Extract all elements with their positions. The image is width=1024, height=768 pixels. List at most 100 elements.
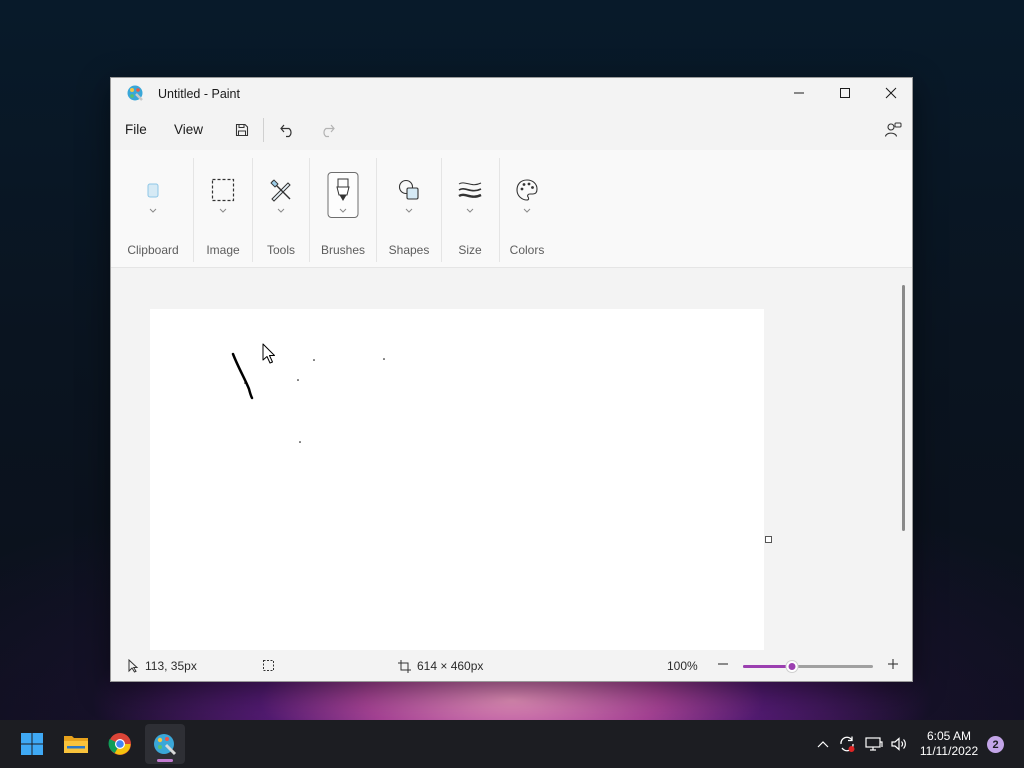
brushes-group[interactable]: Brushes bbox=[311, 150, 375, 268]
zoom-out-button[interactable] bbox=[716, 657, 730, 671]
mouse-cursor-icon bbox=[262, 343, 275, 364]
tools-label: Tools bbox=[266, 243, 295, 257]
size-group[interactable]: Size bbox=[442, 150, 498, 268]
maximize-icon bbox=[840, 88, 850, 98]
cursor-position-text: 113, 35px bbox=[145, 659, 197, 673]
start-button[interactable] bbox=[12, 724, 52, 764]
file-menu[interactable]: File bbox=[125, 122, 147, 137]
clock-time: 6:05 AM bbox=[926, 729, 972, 743]
zoom-level-text: 100% bbox=[667, 659, 698, 673]
canvas-size-text: 614 × 460px bbox=[417, 659, 484, 673]
canvas-size: 614 × 460px bbox=[398, 659, 483, 673]
paint-app-icon bbox=[126, 84, 144, 102]
colors-group[interactable]: Colors bbox=[499, 150, 555, 268]
paint-taskbar-button[interactable] bbox=[145, 724, 185, 764]
palette-icon bbox=[513, 176, 541, 204]
show-hidden-icons-button[interactable] bbox=[813, 734, 833, 754]
toolbar-separator bbox=[263, 118, 264, 142]
ribbon: Clipboard Image Tools Brushes Shapes Siz… bbox=[111, 150, 912, 268]
zoom-slider-thumb[interactable] bbox=[786, 661, 798, 672]
view-menu[interactable]: View bbox=[174, 122, 203, 137]
brush-dot bbox=[313, 359, 315, 361]
canvas-drawing bbox=[231, 343, 385, 443]
taskbar: 6:05 AM 11/11/2022 bbox=[0, 720, 1024, 768]
brushes-label: Brushes bbox=[320, 243, 366, 257]
colors-label: Colors bbox=[509, 243, 545, 257]
active-app-indicator bbox=[157, 759, 173, 762]
brush-dot bbox=[383, 358, 385, 360]
sync-tray-button[interactable] bbox=[837, 734, 857, 754]
minimize-button[interactable] bbox=[776, 78, 822, 108]
clipboard-group[interactable]: Clipboard bbox=[121, 150, 185, 268]
title-bar[interactable]: Untitled - Paint bbox=[111, 78, 912, 110]
tools-group[interactable]: Tools bbox=[253, 150, 309, 268]
clipboard-icon bbox=[139, 176, 167, 204]
undo-button[interactable] bbox=[274, 117, 302, 143]
redo-icon bbox=[323, 124, 335, 138]
close-button[interactable] bbox=[868, 78, 914, 108]
clock[interactable]: 6:05 AM 11/11/2022 bbox=[914, 729, 984, 759]
shapes-group[interactable]: Shapes bbox=[377, 150, 441, 268]
chevron-down-icon bbox=[339, 208, 347, 213]
selection-size bbox=[262, 659, 275, 672]
shapes-label: Shapes bbox=[388, 243, 430, 257]
notification-badge[interactable]: 2 bbox=[987, 736, 1004, 753]
drawing-canvas[interactable] bbox=[150, 309, 764, 650]
save-button[interactable] bbox=[228, 117, 256, 143]
chevron-down-icon bbox=[219, 208, 227, 213]
zoom-slider[interactable] bbox=[743, 661, 873, 672]
zoom-in-button[interactable] bbox=[886, 657, 900, 671]
chevron-down-icon bbox=[405, 208, 413, 213]
shapes-icon bbox=[395, 176, 423, 204]
minimize-icon bbox=[794, 92, 804, 94]
image-group[interactable]: Image bbox=[195, 150, 251, 268]
paint-window: Untitled - Paint File View Clipboard Ima… bbox=[110, 77, 913, 682]
clock-date: 11/11/2022 bbox=[919, 744, 979, 758]
chevron-down-icon bbox=[466, 208, 474, 213]
chevron-down-icon bbox=[277, 208, 285, 213]
brush-dot bbox=[297, 379, 299, 381]
windows-start-icon bbox=[21, 733, 43, 755]
chevron-down-icon bbox=[149, 208, 157, 213]
network-icon bbox=[865, 737, 883, 751]
chevron-down-icon bbox=[523, 208, 531, 213]
brush-icon bbox=[329, 176, 357, 204]
vertical-scrollbar[interactable] bbox=[902, 285, 905, 531]
window-title: Untitled - Paint bbox=[158, 87, 240, 101]
maximize-button[interactable] bbox=[822, 78, 868, 108]
cursor-position: 113, 35px bbox=[127, 659, 197, 673]
menu-bar: File View bbox=[111, 110, 912, 150]
volume-tray-button[interactable] bbox=[889, 734, 909, 754]
sync-icon bbox=[840, 736, 855, 752]
chrome-button[interactable] bbox=[100, 724, 140, 764]
canvas-resize-handle[interactable] bbox=[765, 536, 772, 543]
volume-icon bbox=[891, 737, 906, 751]
size-label: Size bbox=[458, 243, 482, 257]
selection-size-icon bbox=[263, 660, 274, 671]
clipboard-label: Clipboard bbox=[127, 243, 179, 257]
account-button[interactable] bbox=[879, 117, 907, 143]
image-label: Image bbox=[206, 243, 240, 257]
account-icon bbox=[884, 122, 902, 137]
brush-dot bbox=[299, 441, 301, 443]
chevron-up-icon bbox=[817, 741, 829, 748]
chrome-icon bbox=[108, 733, 131, 755]
canvas-size-icon bbox=[398, 659, 411, 673]
group-separator bbox=[309, 158, 310, 262]
status-bar: 113, 35px 614 × 460px 100% bbox=[111, 650, 912, 681]
size-icon bbox=[456, 176, 484, 204]
tools-icon bbox=[267, 176, 295, 204]
network-tray-button[interactable] bbox=[864, 734, 884, 754]
canvas-workspace bbox=[111, 268, 912, 650]
brush-dot bbox=[244, 382, 246, 384]
redo-button[interactable] bbox=[313, 117, 341, 143]
save-icon bbox=[235, 123, 249, 137]
zoom-in-icon bbox=[888, 659, 898, 669]
close-icon bbox=[885, 87, 897, 99]
file-explorer-button[interactable] bbox=[56, 724, 96, 764]
file-explorer-icon bbox=[64, 736, 88, 753]
zoom-level-label[interactable]: 100% bbox=[667, 659, 698, 673]
brush-stroke bbox=[231, 352, 254, 400]
selection-icon bbox=[209, 176, 237, 204]
zoom-out-icon bbox=[718, 663, 728, 665]
